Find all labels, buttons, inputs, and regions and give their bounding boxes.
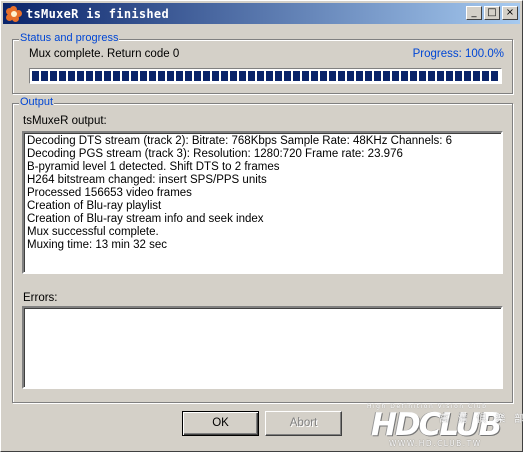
output-line: Decoding PGS stream (track 3): Resolutio… xyxy=(27,148,403,160)
progress-bar xyxy=(29,68,502,84)
ok-button[interactable]: OK xyxy=(182,411,259,436)
output-group-label: Output xyxy=(19,96,55,108)
dialog-window: tsMuxeR is finished _ □ × Status and pro… xyxy=(0,0,523,452)
output-line: Creation of Blu-ray stream info and seek… xyxy=(27,213,264,225)
tsmuxer-app-icon xyxy=(6,5,22,22)
tsmuxer-output-textbox[interactable]: Decoding DTS stream (track 2): Bitrate: … xyxy=(22,131,503,274)
errors-textbox[interactable] xyxy=(22,306,503,389)
watermark-url: WWW.HD.CLUB.TW xyxy=(389,439,482,448)
output-line: Creation of Blu-ray playlist xyxy=(27,200,162,212)
abort-button[interactable]: Abort xyxy=(265,411,342,436)
output-group: Output tsMuxeR output: Decoding DTS stre… xyxy=(12,96,513,403)
output-line: H264 bitstream changed: insert SPS/PPS u… xyxy=(27,174,267,186)
minimize-button[interactable]: _ xyxy=(466,6,482,20)
close-button[interactable]: × xyxy=(502,6,518,20)
status-group-label: Status and progress xyxy=(19,32,120,44)
progress-bar-fill xyxy=(32,71,499,81)
window-title: tsMuxeR is finished xyxy=(26,6,169,21)
output-line: Processed 156653 video frames xyxy=(27,187,192,199)
output-line: Muxing time: 13 min 32 sec xyxy=(27,239,167,251)
output-line: Decoding DTS stream (track 2): Bitrate: … xyxy=(27,135,453,147)
output-line: Mux successful complete. xyxy=(27,226,159,238)
status-and-progress-group: Status and progress Mux complete. Return… xyxy=(12,32,513,94)
title-bar[interactable]: tsMuxeR is finished _ □ × xyxy=(3,3,520,24)
tsmuxer-output-label: tsMuxeR output: xyxy=(23,115,107,127)
output-line: B-pyramid level 1 detected. Shift DTS to… xyxy=(27,161,280,173)
hdclub-watermark: High Definition Vision Club HDCLUB 高 清 俱… xyxy=(367,403,523,449)
watermark-chinese-text: 高 清 俱 樂 部 xyxy=(439,414,523,425)
maximize-button[interactable]: □ xyxy=(484,6,500,20)
progress-percentage: Progress: 100.0% xyxy=(412,48,504,60)
title-buttons: _ □ × xyxy=(464,6,518,20)
errors-label: Errors: xyxy=(23,292,58,304)
status-message: Mux complete. Return code 0 xyxy=(29,48,180,60)
